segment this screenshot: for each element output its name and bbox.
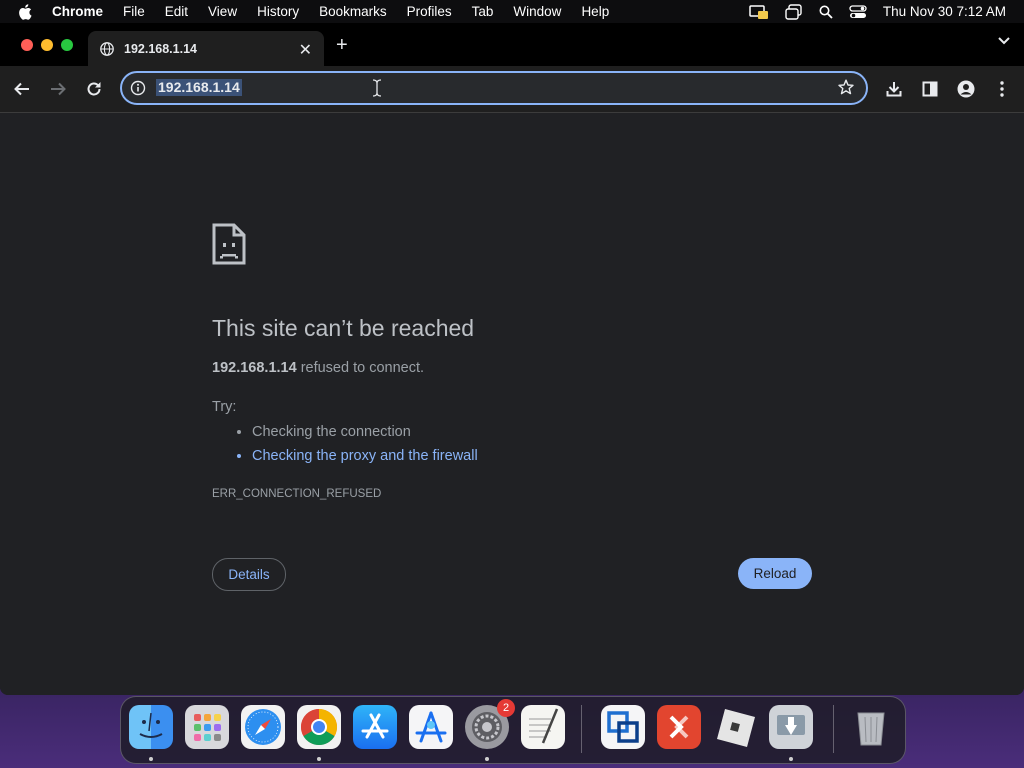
finder-running-indicator [149, 757, 153, 761]
instruments-icon[interactable] [409, 705, 453, 749]
forward-arrow-icon[interactable] [48, 79, 68, 99]
menu-bookmarks[interactable]: Bookmarks [319, 4, 387, 19]
migration-running-indicator [789, 757, 793, 761]
vmware-fusion-icon[interactable] [601, 705, 645, 749]
details-button[interactable]: Details [212, 558, 286, 591]
text-cursor-icon [372, 79, 382, 102]
suggestion-check-proxy-link[interactable]: Checking the proxy and the firewall [252, 447, 478, 465]
tab-title: 192.168.1.14 [124, 41, 197, 56]
system-settings-icon[interactable]: 2 [465, 699, 515, 749]
finder-icon[interactable] [129, 705, 173, 749]
settings-notification-badge: 2 [497, 699, 515, 717]
address-bar[interactable]: 192.168.1.14 [120, 71, 868, 105]
zoom-window-button[interactable] [61, 39, 73, 51]
browser-window: 192.168.1.14 ✕ + 192.168.1.14 This site … [0, 23, 1024, 695]
close-window-button[interactable] [21, 39, 33, 51]
menubar-clock[interactable]: Thu Nov 30 7:12 AM [883, 4, 1006, 19]
control-center-icon[interactable] [849, 4, 867, 19]
migration-assistant-icon[interactable] [769, 705, 813, 749]
menu-tab[interactable]: Tab [472, 4, 494, 19]
suggestions-list: Checking the connection Checking the pro… [232, 423, 478, 471]
globe-icon [100, 41, 114, 56]
dock-separator [581, 705, 582, 753]
kebab-menu-icon[interactable] [992, 79, 1012, 99]
reload-button[interactable]: Reload [738, 558, 812, 589]
apple-logo-icon[interactable] [18, 3, 34, 20]
minimize-window-button[interactable] [41, 39, 53, 51]
error-description-text: refused to connect. [296, 360, 425, 376]
tab-strip: 192.168.1.14 ✕ + [0, 23, 1024, 66]
page-content: This site can’t be reached 192.168.1.14 … [0, 113, 1024, 695]
settings-running-indicator [485, 757, 489, 761]
try-label: Try: [212, 399, 237, 415]
back-arrow-icon[interactable] [12, 79, 32, 99]
menu-bar: Chrome File Edit View History Bookmarks … [0, 0, 1024, 23]
roblox-icon[interactable] [713, 705, 757, 749]
side-panel-icon[interactable] [920, 79, 940, 99]
tab-search-chevron-icon[interactable] [998, 37, 1010, 45]
trash-icon[interactable] [849, 705, 893, 749]
error-host: 192.168.1.14 [212, 360, 297, 376]
site-info-icon[interactable] [130, 80, 146, 101]
chrome-icon[interactable] [297, 705, 341, 749]
spotlight-search-icon[interactable] [819, 5, 833, 19]
close-tab-icon[interactable]: ✕ [299, 40, 312, 60]
textedit-icon[interactable] [521, 705, 565, 749]
new-tab-icon[interactable]: + [336, 34, 348, 57]
bookmark-star-icon[interactable] [838, 79, 854, 100]
dock-separator-trash [833, 705, 834, 753]
sad-page-icon [212, 223, 246, 270]
menu-help[interactable]: Help [581, 4, 609, 19]
window-switch-icon[interactable] [785, 3, 803, 20]
safari-icon[interactable] [241, 705, 285, 749]
error-title: This site can’t be reached [212, 315, 475, 341]
launchpad-icon[interactable] [185, 705, 229, 749]
download-icon[interactable] [884, 79, 904, 99]
suggestion-check-connection: Checking the connection [252, 423, 478, 441]
menu-view[interactable]: View [208, 4, 237, 19]
dock: 2 [120, 696, 906, 764]
profile-avatar-icon[interactable] [956, 79, 976, 99]
menu-window[interactable]: Window [513, 4, 561, 19]
menu-edit[interactable]: Edit [165, 4, 188, 19]
menu-history[interactable]: History [257, 4, 299, 19]
menu-chrome[interactable]: Chrome [52, 4, 103, 19]
screen-mirroring-icon[interactable] [749, 4, 769, 20]
tab-active[interactable]: 192.168.1.14 ✕ [88, 31, 324, 66]
reload-icon[interactable] [84, 79, 104, 99]
error-description: 192.168.1.14 refused to connect. [212, 360, 424, 376]
remote-desktop-icon[interactable] [657, 705, 701, 749]
menu-file[interactable]: File [123, 4, 145, 19]
menu-profiles[interactable]: Profiles [407, 4, 452, 19]
toolbar: 192.168.1.14 [0, 66, 1024, 113]
chrome-running-indicator [317, 757, 321, 761]
address-text[interactable]: 192.168.1.14 [156, 79, 242, 96]
app-store-icon[interactable] [353, 705, 397, 749]
error-code: ERR_CONNECTION_REFUSED [212, 488, 382, 500]
